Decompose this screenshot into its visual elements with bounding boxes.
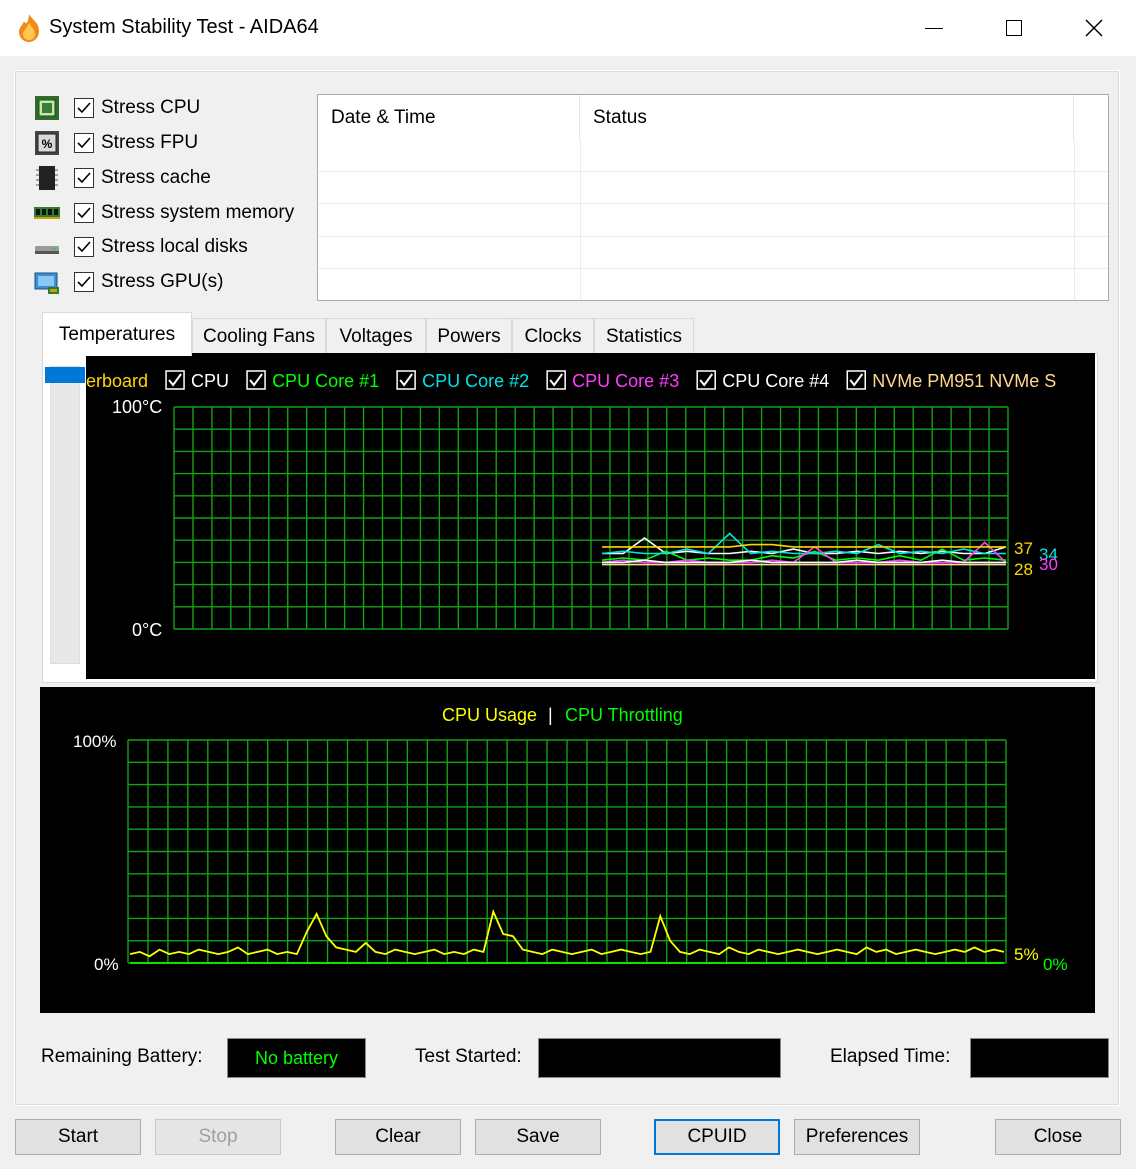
cpu-y-min-label: 0% (94, 955, 119, 974)
close-icon (1085, 19, 1103, 37)
log-header-datetime[interactable]: Date & Time (318, 95, 580, 141)
sensor-scroll-thumb[interactable] (45, 367, 85, 383)
cpu-usage-chart: CPU Usage | CPU Throttling 100% 0% 5% 0% (40, 687, 1095, 1013)
log-row-divider (318, 236, 1108, 237)
start-button[interactable]: Start (15, 1119, 141, 1155)
stress-cache-option[interactable]: Stress cache (34, 163, 211, 193)
stress-disks-label: Stress local disks (101, 236, 248, 257)
memory-module-icon (34, 207, 60, 219)
legend-item-cpu: CPU (191, 371, 229, 391)
log-column-divider (580, 141, 581, 300)
tab-statistics[interactable]: Statistics (594, 318, 694, 354)
elapsed-time-label: Elapsed Time: (830, 1046, 951, 1067)
stress-cache-label: Stress cache (101, 167, 211, 188)
legend-checkbox[interactable] (396, 370, 416, 390)
legend-item-cpu-core-1: CPU Core #1 (272, 371, 379, 391)
legend-checkbox[interactable] (165, 370, 185, 390)
close-window-button[interactable] (1054, 0, 1134, 56)
save-button[interactable]: Save (475, 1119, 601, 1155)
stress-cpu-option[interactable]: Stress CPU (34, 93, 200, 123)
stress-fpu-label: Stress FPU (101, 132, 199, 153)
cpu-chart-title-separator: | (548, 705, 553, 725)
temp-end-label-37: 37 (1014, 539, 1033, 558)
temperature-chart-svg: erboard CPU CPU Core #1 CPU Core #2 CPU Core… (86, 370, 1058, 640)
cpu-y-max-label: 100% (73, 732, 116, 751)
preferences-button[interactable]: Preferences (794, 1119, 920, 1155)
log-table[interactable]: Date & Time Status (317, 94, 1109, 301)
cpu-usage-end-label: 5% (1014, 945, 1039, 964)
cpu-usage-title: CPU Usage (442, 705, 537, 725)
cpu-throttling-end-label: 0% (1043, 955, 1068, 974)
temperature-legend: erboard CPU CPU Core #1 CPU Core #2 CPU Core… (86, 370, 1056, 391)
temp-end-label-28: 28 (1014, 560, 1033, 579)
aida64-flame-icon (19, 14, 39, 42)
close-button[interactable]: Close (995, 1119, 1121, 1155)
minimize-icon (925, 27, 943, 29)
clear-button[interactable]: Clear (335, 1119, 461, 1155)
log-row-divider (318, 203, 1108, 204)
minimize-button[interactable] (894, 0, 974, 56)
svg-text:%: % (42, 137, 53, 151)
elapsed-time-value (970, 1038, 1109, 1078)
stress-memory-option[interactable]: Stress system memory (34, 198, 294, 228)
legend-item-cpu-core-3: CPU Core #3 (572, 371, 679, 391)
stress-disks-checkbox[interactable] (74, 237, 94, 257)
maximize-button[interactable] (974, 0, 1054, 56)
legend-checkbox[interactable] (846, 370, 866, 390)
legend-item-nvme-pm951-nvme-s: NVMe PM951 NVMe S (872, 371, 1056, 391)
tab-powers[interactable]: Powers (426, 318, 512, 354)
disk-drive-icon (35, 246, 59, 254)
stress-gpu-option[interactable]: Stress GPU(s) (34, 267, 223, 297)
maximize-icon (1006, 20, 1022, 36)
stress-cpu-checkbox[interactable] (74, 98, 94, 118)
stress-disks-option[interactable]: Stress local disks (34, 232, 248, 262)
fpu-chip-icon: % (35, 131, 59, 155)
legend-checkbox[interactable] (246, 370, 266, 390)
temp-y-min-label: 0°C (132, 620, 162, 640)
legend-item-cpu-core-4: CPU Core #4 (722, 371, 829, 391)
window-title: System Stability Test - AIDA64 (49, 16, 319, 38)
temperature-series-lines (601, 532, 1007, 566)
tab-voltages[interactable]: Voltages (326, 318, 426, 354)
legend-checkbox[interactable] (696, 370, 716, 390)
stress-memory-checkbox[interactable] (74, 203, 94, 223)
cpu-usage-chart-svg: CPU Usage | CPU Throttling 100% 0% 5% 0% (73, 705, 1068, 974)
log-row-divider (318, 171, 1108, 172)
battery-label: Remaining Battery: (41, 1046, 203, 1067)
stop-button[interactable]: Stop (155, 1119, 281, 1155)
temp-series-erboard (602, 543, 1006, 548)
stress-gpu-label: Stress GPU(s) (101, 271, 224, 292)
log-header-status[interactable]: Status (580, 95, 1074, 141)
battery-value: No battery (227, 1038, 366, 1078)
tab-temperatures[interactable]: Temperatures (42, 312, 192, 356)
test-started-label: Test Started: (415, 1046, 522, 1067)
cache-chip-icon (36, 166, 58, 190)
tab-clocks[interactable]: Clocks (512, 318, 594, 354)
stress-cpu-label: Stress CPU (101, 97, 201, 118)
cpu-chip-icon (35, 96, 59, 120)
test-started-value (538, 1038, 781, 1078)
stress-memory-label: Stress system memory (101, 202, 295, 223)
log-row-divider (318, 268, 1108, 269)
log-column-divider (1074, 141, 1075, 300)
temp-end-label-30: 30 (1039, 555, 1058, 574)
temperature-chart: erboard CPU CPU Core #1 CPU Core #2 CPU Core… (86, 353, 1095, 679)
sensor-list-scrollbar[interactable] (45, 366, 85, 664)
temperature-grid (173, 406, 1009, 630)
cpu-throttling-title: CPU Throttling (565, 705, 683, 725)
stress-cache-checkbox[interactable] (74, 168, 94, 188)
gpu-card-icon (34, 272, 59, 294)
cpu-grid (127, 739, 1007, 964)
temp-y-max-label: 100°C (112, 397, 162, 417)
tab-cooling-fans[interactable]: Cooling Fans (192, 318, 326, 354)
legend-checkbox[interactable] (546, 370, 566, 390)
title-bar: System Stability Test - AIDA64 (0, 0, 1136, 56)
stress-fpu-checkbox[interactable] (74, 133, 94, 153)
stress-fpu-option[interactable]: % Stress FPU (34, 128, 198, 158)
legend-item-erboard: erboard (86, 371, 148, 391)
cpuid-button[interactable]: CPUID (654, 1119, 780, 1155)
legend-item-cpu-core-2: CPU Core #2 (422, 371, 529, 391)
stress-gpu-checkbox[interactable] (74, 272, 94, 292)
